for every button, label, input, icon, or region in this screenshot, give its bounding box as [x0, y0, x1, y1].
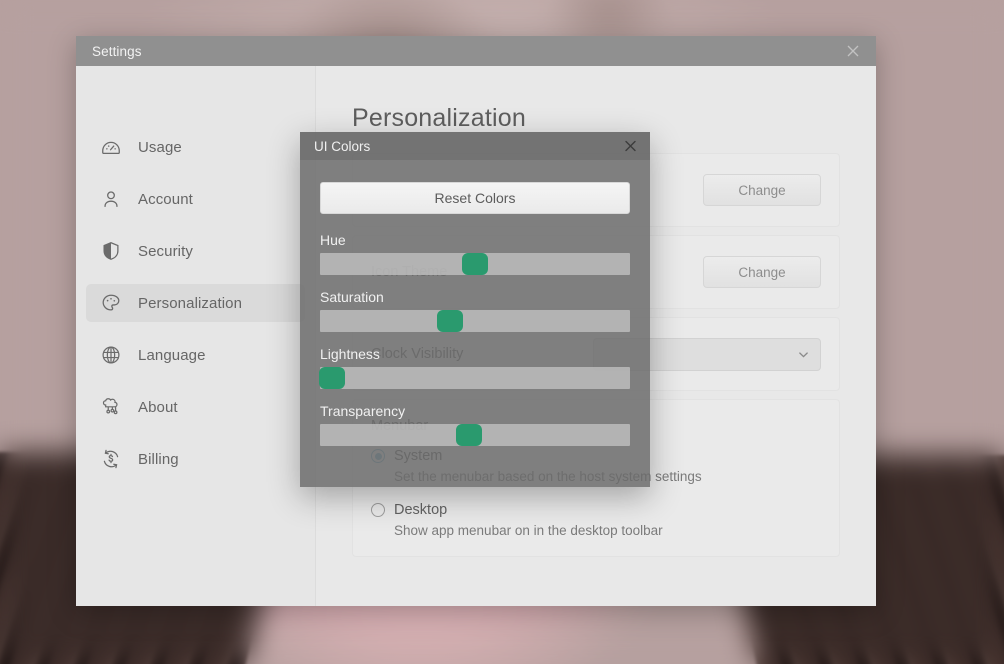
sidebar-item-label: Personalization [138, 294, 243, 312]
dialog-body: Reset Colors Hue Saturation Lightness Tr… [300, 160, 650, 487]
dialog-titlebar[interactable]: UI Colors [300, 132, 650, 160]
settings-titlebar[interactable]: Settings [76, 36, 876, 66]
sidebar-item-about[interactable]: About [86, 388, 305, 426]
saturation-slider[interactable] [320, 310, 630, 332]
transparency-slider[interactable] [320, 424, 630, 446]
person-icon [100, 188, 122, 210]
radio-label: Desktop [394, 502, 448, 518]
change-icon-theme-button[interactable]: Change [703, 256, 821, 288]
page-title: Personalization [352, 104, 526, 132]
sidebar-item-account[interactable]: Account [86, 180, 305, 218]
hue-slider[interactable] [320, 253, 630, 275]
slider-group-saturation: Saturation [320, 289, 630, 332]
radio-description: Show app menubar on in the desktop toolb… [394, 523, 663, 538]
sidebar-item-label: About [138, 398, 178, 416]
sidebar-item-usage[interactable]: Usage [86, 128, 305, 166]
sidebar-item-personalization[interactable]: Personalization [86, 284, 305, 322]
palette-icon [100, 292, 122, 314]
sidebar: Usage Account Security Personalization L… [76, 66, 316, 606]
sidebar-item-label: Account [138, 190, 193, 208]
slider-thumb[interactable] [462, 253, 488, 275]
slider-thumb[interactable] [455, 424, 482, 446]
globe-icon [100, 344, 122, 366]
sidebar-item-security[interactable]: Security [86, 232, 305, 270]
close-icon[interactable] [622, 138, 639, 155]
slider-group-lightness: Lightness [319, 346, 630, 389]
slider-label: Transparency [320, 403, 406, 419]
chevron-down-icon [797, 348, 810, 361]
window-title: Settings [92, 43, 142, 59]
slider-group-transparency: Transparency [320, 403, 630, 446]
network-icon [100, 396, 122, 418]
shield-icon [100, 240, 122, 262]
ui-colors-dialog: UI Colors Reset Colors Hue Saturation Li… [300, 132, 650, 487]
slider-label: Hue [320, 232, 346, 248]
slider-thumb[interactable] [319, 367, 346, 389]
change-background-button[interactable]: Change [703, 174, 821, 206]
sidebar-item-billing[interactable]: Billing [86, 440, 305, 478]
sidebar-item-label: Security [138, 242, 193, 260]
lightness-slider[interactable] [319, 367, 630, 389]
dialog-title: UI Colors [314, 138, 371, 154]
close-icon[interactable] [844, 42, 862, 60]
sidebar-item-label: Billing [138, 450, 179, 468]
sidebar-item-language[interactable]: Language [86, 336, 305, 374]
menubar-option-desktop[interactable]: Desktop [371, 502, 821, 518]
slider-label: Saturation [320, 289, 384, 305]
sidebar-item-label: Language [138, 346, 206, 364]
reset-colors-button[interactable]: Reset Colors [320, 182, 630, 214]
slider-group-hue: Hue [320, 232, 630, 275]
radio-icon[interactable] [371, 503, 385, 517]
gauge-icon [100, 136, 122, 158]
sidebar-item-label: Usage [138, 138, 182, 156]
slider-thumb[interactable] [437, 310, 464, 332]
billing-refresh-icon [100, 448, 122, 470]
slider-label: Lightness [320, 346, 380, 362]
